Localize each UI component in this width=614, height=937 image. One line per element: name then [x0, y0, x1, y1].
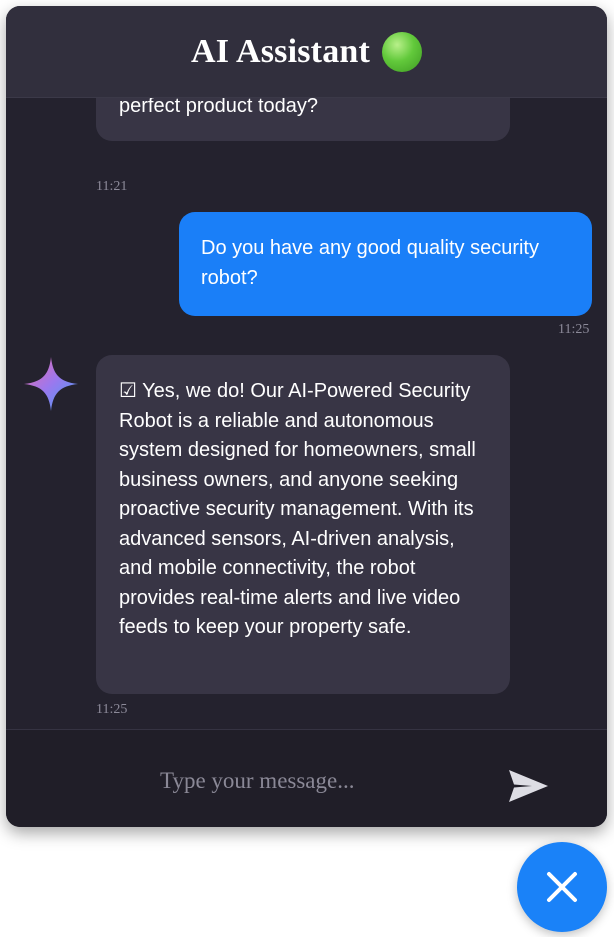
- send-button[interactable]: [504, 766, 552, 808]
- message-timestamp: 11:21: [96, 179, 128, 194]
- message-text: assistant. How can I help you find the p…: [119, 98, 319, 117]
- message-timestamp: 11:25: [558, 322, 590, 337]
- message-text: ☑ Yes, we do! Our AI-Powered Security Ro…: [119, 380, 476, 638]
- user-message-bubble: Do you have any good quality security ro…: [179, 212, 592, 316]
- close-icon: [547, 872, 577, 902]
- send-icon: [509, 769, 548, 802]
- bot-message-bubble: assistant. How can I help you find the p…: [96, 98, 510, 141]
- message-timestamp: 11:25: [96, 702, 128, 717]
- chat-header: AI Assistant: [6, 6, 607, 98]
- chat-title: AI Assistant: [190, 32, 371, 70]
- message-input[interactable]: [160, 763, 480, 799]
- message-text: Do you have any good quality security ro…: [201, 237, 539, 289]
- message-list[interactable]: assistant. How can I help you find the p…: [6, 98, 607, 729]
- composer-bar: [6, 729, 607, 827]
- close-chat-button[interactable]: [517, 842, 607, 932]
- chat-window: AI Assistant assistant. How can I help y…: [6, 6, 607, 827]
- bot-message-bubble: ☑ Yes, we do! Our AI-Powered Security Ro…: [96, 355, 510, 694]
- green-circle-icon: [382, 31, 423, 72]
- sparkle-icon: [24, 357, 78, 411]
